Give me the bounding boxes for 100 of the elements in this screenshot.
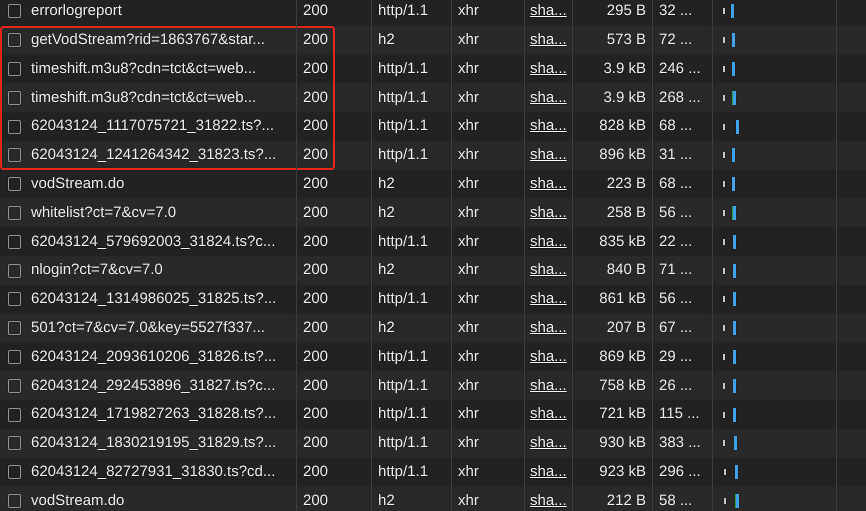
request-name: 62043124_1117075721_31822.ts?... [31,116,274,136]
type-text: xhr [458,58,479,79]
initiator-link[interactable]: sha... [530,374,567,397]
time-text: 56 ... [659,202,692,223]
size-text: 258 B [606,202,646,223]
table-row[interactable]: 62043124_2093610206_31826.ts?... 200 http/1.1 xhr sha... 869 kB 29 ... [0,342,866,372]
protocol-text: h2 [378,260,395,280]
waterfall-bar-drawing [721,321,738,336]
table-row[interactable]: nlogin?ct=7&cv=7.0 200 h2 xhr sha... 840 B 71 ... [0,256,866,285]
initiator-link[interactable]: sha... [530,172,567,196]
waterfall-bar-drawing [721,378,738,393]
waterfall-bar-drawing [721,350,738,364]
initiator-link[interactable]: sha... [530,230,567,254]
initiator-link[interactable]: sha... [530,115,567,138]
table-row[interactable]: 501?ct=7&cv=7.0&key=5527f337... 200 h2 xhr sha... 207 B 67 ... [0,314,866,343]
protocol-text: h2 [378,202,395,223]
initiator-link[interactable]: sha... [530,460,567,484]
size-text: 207 B [606,318,646,338]
status-code: 200 [303,58,328,79]
request-name: errorlogreport [31,1,122,22]
initiator-link[interactable]: sha... [530,0,567,23]
initiator-link[interactable]: sha... [530,346,567,368]
protocol-text: http/1.1 [378,1,428,22]
type-text: xhr [458,30,479,50]
checkbox-icon[interactable] [8,408,21,422]
checkbox-icon[interactable] [8,4,21,18]
table-row[interactable]: timeshift.m3u8?cdn=tct&ct=web... 200 http/1.1 xhr sha... 3.9 kB 268 ... [0,83,866,112]
checkbox-icon[interactable] [8,321,21,336]
type-text: xhr [458,232,479,252]
protocol-text: http/1.1 [378,433,428,454]
waterfall-bar-drawing [721,494,741,508]
checkbox-icon[interactable] [8,177,21,192]
checkbox-icon[interactable] [8,436,21,450]
initiator-link[interactable]: sha... [530,403,567,426]
checkbox-icon[interactable] [8,264,21,278]
initiator-link[interactable]: sha... [530,28,567,52]
status-code: 200 [303,404,328,424]
type-text: xhr [458,289,479,310]
status-code: 200 [303,346,328,367]
checkbox-icon[interactable] [8,292,21,306]
table-row[interactable]: vodStream.do 200 h2 xhr sha... 212 B 58 ... [0,486,866,511]
time-text: 72 ... [659,30,692,50]
checkbox-icon[interactable] [8,62,21,76]
initiator-link[interactable]: sha... [530,288,567,311]
status-code: 200 [303,174,328,194]
checkbox-icon[interactable] [8,90,21,105]
waterfall-bar-drawing [721,292,738,306]
status-code: 200 [303,462,328,482]
status-code: 200 [303,116,328,136]
type-text: xhr [458,346,479,367]
status-code: 200 [303,376,328,396]
type-text: xhr [458,145,479,166]
checkbox-icon[interactable] [8,465,21,480]
request-name: 62043124_2093610206_31826.ts?... [31,346,276,367]
request-name: 62043124_292453896_31827.ts?c... [31,376,276,396]
table-row[interactable]: 62043124_1830219195_31829.ts?... 200 http/1.1 xhr sha... 930 kB 383 ... [0,428,866,458]
size-text: 3.9 kB [603,88,646,108]
type-text: xhr [458,174,479,194]
request-name: vodStream.do [31,490,124,511]
status-code: 200 [303,318,328,338]
request-name: 62043124_579692003_31824.ts?c... [31,232,276,252]
waterfall-bar-drawing [721,264,738,278]
table-row[interactable]: timeshift.m3u8?cdn=tct&ct=web... 200 http/1.1 xhr sha... 3.9 kB 246 ... [0,54,866,84]
initiator-link[interactable]: sha... [530,316,567,340]
protocol-text: http/1.1 [378,404,428,424]
initiator-link[interactable]: sha... [530,490,567,511]
checkbox-icon[interactable] [8,234,21,249]
checkbox-icon[interactable] [8,33,21,48]
type-text: xhr [458,462,479,482]
table-row[interactable]: 62043124_1241264342_31823.ts?... 200 http/1.1 xhr sha... 896 kB 31 ... [0,140,866,170]
request-name: timeshift.m3u8?cdn=tct&ct=web... [31,58,256,79]
size-text: 930 kB [599,433,646,454]
request-name: 62043124_1719827263_31828.ts?... [31,404,276,424]
initiator-link[interactable]: sha... [530,86,567,110]
checkbox-icon[interactable] [8,378,21,393]
initiator-link[interactable]: sha... [530,144,567,167]
waterfall-bar-drawing [721,33,737,48]
table-row[interactable]: whitelist?ct=7&cv=7.0 200 h2 xhr sha... 258 B 56 ... [0,198,866,228]
checkbox-icon[interactable] [8,494,21,508]
waterfall-bar-drawing [721,4,736,18]
waterfall-bar-drawing [721,465,740,480]
protocol-text: h2 [378,174,395,194]
time-text: 26 ... [659,376,692,396]
initiator-link[interactable]: sha... [530,202,567,224]
initiator-link[interactable]: sha... [530,58,567,80]
time-text: 296 ... [659,462,701,482]
checkbox-icon[interactable] [8,148,21,162]
request-name: 62043124_82727931_31830.ts?cd... [31,462,276,482]
checkbox-icon[interactable] [8,120,21,134]
time-text: 56 ... [659,289,692,310]
checkbox-icon[interactable] [8,350,21,364]
size-text: 840 B [606,260,646,280]
checkbox-icon[interactable] [8,206,21,220]
type-text: xhr [458,376,479,396]
time-text: 29 ... [659,346,692,367]
table-row[interactable]: 62043124_292453896_31827.ts?c... 200 http/1.1 xhr sha... 758 kB 26 ... [0,371,866,400]
initiator-link[interactable]: sha... [530,432,567,455]
initiator-link[interactable]: sha... [530,259,567,282]
table-row[interactable]: getVodStream?rid=1863767&star... 200 h2 xhr sha... 573 B 72 ... [0,26,866,55]
request-name: 62043124_1241264342_31823.ts?... [31,145,276,166]
